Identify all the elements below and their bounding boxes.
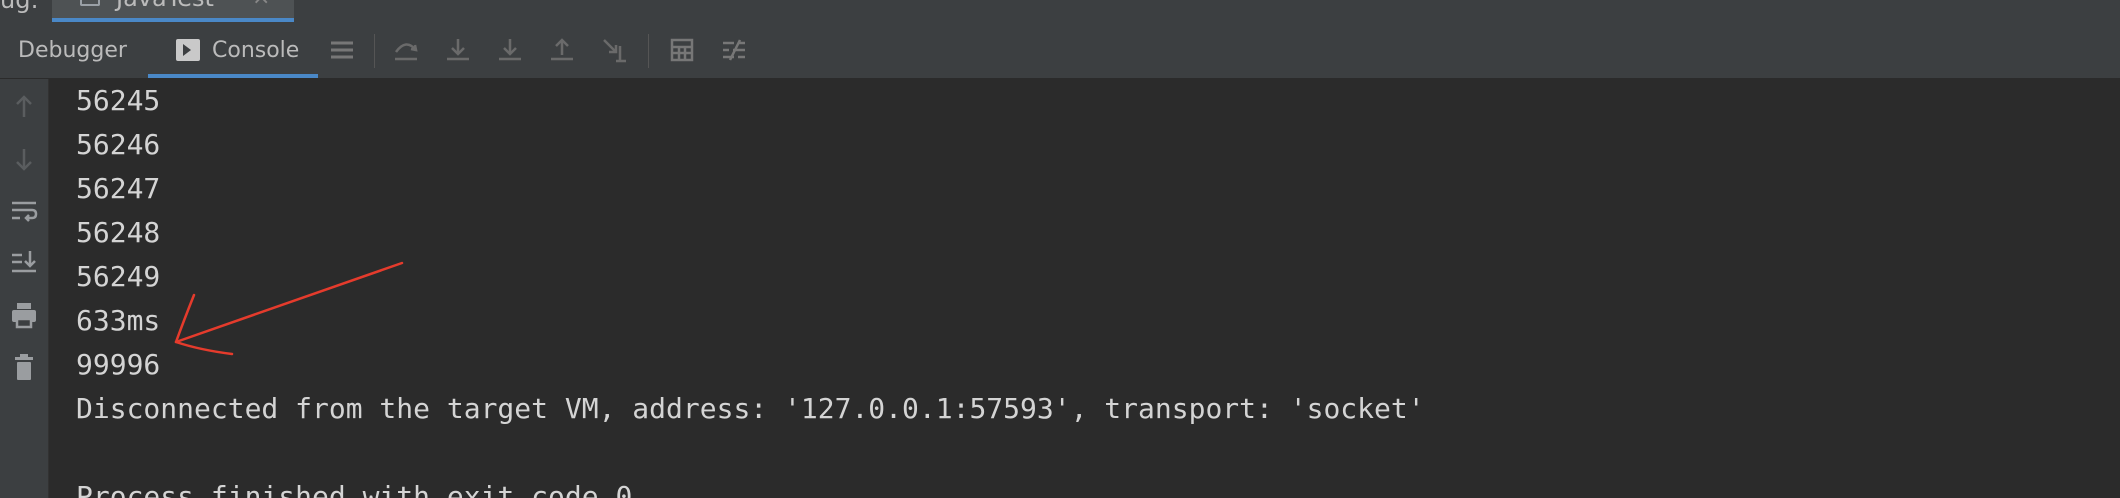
print-icon[interactable] bbox=[8, 299, 40, 331]
editor-tab-strip: ug: JavaTest × bbox=[0, 0, 2120, 23]
soft-wrap-icon[interactable] bbox=[8, 195, 40, 227]
layout-menu-icon[interactable] bbox=[328, 36, 356, 64]
tab-debugger-label: Debugger bbox=[18, 37, 127, 63]
console-line: 633ms bbox=[76, 304, 161, 337]
debug-toolbar: Debugger Console bbox=[0, 22, 2120, 79]
java-file-icon bbox=[80, 0, 100, 6]
tab-debugger[interactable]: Debugger bbox=[18, 22, 127, 78]
trash-icon[interactable] bbox=[8, 351, 40, 383]
scroll-to-end-icon[interactable] bbox=[8, 247, 40, 279]
console-lines: 56245 56246 56247 56248 56249 633ms 9999… bbox=[76, 79, 1425, 498]
console-line: Disconnected from the target VM, address… bbox=[76, 392, 1425, 425]
run-to-cursor-icon[interactable] bbox=[600, 36, 628, 64]
console-line: 99996 bbox=[76, 348, 161, 381]
close-icon[interactable]: × bbox=[252, 0, 270, 10]
debug-run-label: ug: bbox=[0, 0, 39, 14]
toolbar-separator bbox=[648, 34, 649, 68]
arrow-up-icon[interactable] bbox=[8, 91, 40, 123]
toolbar-separator bbox=[374, 34, 375, 68]
tab-javatest[interactable]: JavaTest × bbox=[52, 0, 294, 22]
ide-debug-window: ug: JavaTest × Debugger Console bbox=[0, 0, 2120, 498]
active-tab-indicator bbox=[148, 74, 318, 78]
console-output[interactable]: 56245 56246 56247 56248 56249 633ms 9999… bbox=[49, 79, 2120, 498]
trace-icon[interactable] bbox=[720, 36, 748, 64]
tab-console-label: Console bbox=[212, 37, 300, 63]
console-line: 56247 bbox=[76, 172, 161, 205]
step-over-icon[interactable] bbox=[392, 36, 420, 64]
console-line: 56249 bbox=[76, 260, 161, 293]
console-icon bbox=[176, 39, 200, 61]
step-into-icon[interactable] bbox=[444, 36, 472, 64]
console-line: 56245 bbox=[76, 84, 161, 117]
arrow-down-icon[interactable] bbox=[8, 143, 40, 175]
console-line: 56248 bbox=[76, 216, 161, 249]
tab-label: JavaTest bbox=[116, 0, 214, 10]
console-line: 56246 bbox=[76, 128, 161, 161]
evaluate-expression-icon[interactable] bbox=[668, 36, 696, 64]
force-step-into-icon[interactable] bbox=[496, 36, 524, 64]
console-line: Process finished with exit code 0 bbox=[76, 480, 633, 498]
tab-console[interactable]: Console bbox=[148, 22, 318, 78]
step-out-icon[interactable] bbox=[548, 36, 576, 64]
console-side-toolbar bbox=[0, 79, 49, 498]
